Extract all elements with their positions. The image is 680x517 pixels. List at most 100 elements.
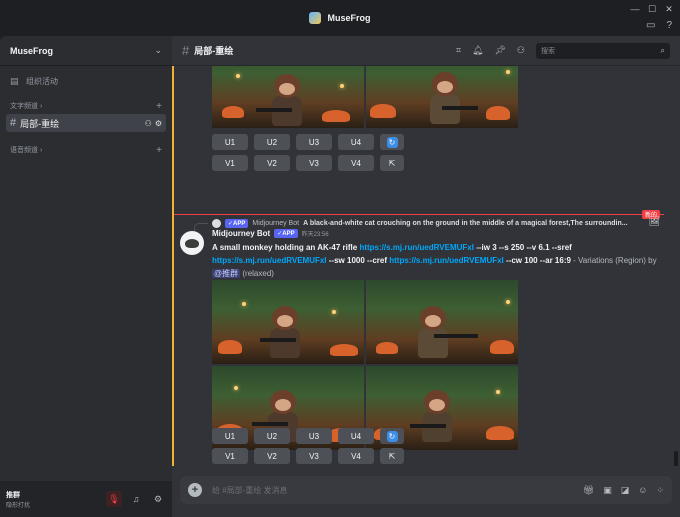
voice-category-label: 语音频道 <box>10 147 38 154</box>
v1-button[interactable]: V1 <box>212 155 248 171</box>
user-settings-gear-icon[interactable]: ⚙ <box>150 491 166 507</box>
apps-icon[interactable]: ⁘ <box>656 485 664 496</box>
v2-button[interactable]: V2 <box>254 448 290 464</box>
u3-button[interactable]: U3 <box>296 134 332 150</box>
close-icon[interactable]: ✕ <box>664 4 674 15</box>
minimize-icon[interactable]: — <box>630 4 640 14</box>
result-image-grid[interactable] <box>212 280 518 450</box>
reply-author[interactable]: Midjourney Bot <box>252 220 299 227</box>
u3-button[interactable]: U3 <box>296 428 332 444</box>
u1-button[interactable]: U1 <box>212 428 248 444</box>
gif-icon[interactable]: ▣ <box>603 485 612 496</box>
message-header: Midjourney Bot ✓APP 昨天23:56 <box>212 229 329 238</box>
reroll-icon: ↻ <box>386 136 398 148</box>
calendar-icon: ▤ <box>10 75 19 86</box>
v1-button[interactable]: V1 <box>212 448 248 464</box>
variation-button-row: V1 V2 V3 V4 ⇱ <box>212 448 404 464</box>
channel-title: 局部-重绘 <box>194 46 234 56</box>
reply-reference[interactable]: ✓APP Midjourney Bot A black-and-white ca… <box>212 217 672 229</box>
members-icon[interactable]: ⚇ <box>517 45 525 56</box>
app-title: MuseFrog <box>327 13 371 23</box>
message-list[interactable]: U1 U2 U3 U4 ↻ V1 V2 V3 V4 ⇱ 新的 ✓APP Midj… <box>172 66 680 466</box>
channel-name: 局部-重绘 <box>20 118 60 129</box>
prompt-text: A small monkey holding an AK-47 rifle <box>212 243 358 252</box>
variation-button-row: V1 V2 V3 V4 ⇱ <box>212 155 404 171</box>
v4-button[interactable]: V4 <box>338 155 374 171</box>
u4-button[interactable]: U4 <box>338 134 374 150</box>
sref-link[interactable]: https://s.mj.run/uedRVEMUFxI <box>212 256 327 265</box>
grid-image[interactable] <box>212 280 364 364</box>
grid-image[interactable] <box>366 66 518 128</box>
hash-icon: # <box>10 117 17 129</box>
grid-image[interactable] <box>366 280 518 364</box>
params-text: --sw 1000 --cref <box>328 256 388 265</box>
chevron-down-icon[interactable]: ⌄ <box>154 45 162 56</box>
u4-button[interactable]: U4 <box>338 428 374 444</box>
voice-category[interactable]: 语音频道 › + <box>0 142 172 158</box>
cref-link[interactable]: https://s.mj.run/uedRVEMUFxI <box>389 256 504 265</box>
user-panel: 推群 隐形打扰 🎙 ♫ ⚙ <box>0 481 172 517</box>
emoji-icon[interactable]: ☺ <box>638 485 647 496</box>
reply-avatar <box>212 218 221 228</box>
mute-mic-icon[interactable]: 🎙 <box>106 491 122 507</box>
search-input[interactable]: 搜索 ⌕ <box>536 42 670 59</box>
title-bar: MuseFrog — ☐ ✕ ▭ ? <box>0 0 680 36</box>
text-category[interactable]: 文字频道 › + <box>0 98 172 114</box>
app-logo-icon <box>309 12 322 24</box>
user-mention[interactable]: @推群 <box>212 269 241 278</box>
gear-icon[interactable]: ⚙ <box>155 119 162 128</box>
u2-button[interactable]: U2 <box>254 428 290 444</box>
add-member-icon[interactable]: ⚇ <box>145 119 152 128</box>
main-chat: # 局部-重绘 ⌗ 🔔︎ 📌︎ ⚇ 搜索 ⌕ U1 U2 U3 U4 ↻ V1 … <box>172 36 680 517</box>
composer-placeholder: 给 #局部-重绘 发消息 <box>212 485 288 495</box>
grid-image[interactable] <box>212 66 364 128</box>
v4-button[interactable]: V4 <box>338 448 374 464</box>
open-link-button[interactable]: ⇱ <box>380 155 404 171</box>
reroll-button[interactable]: ↻ <box>380 134 404 150</box>
params-text: --cw 100 --ar 16:9 <box>506 256 571 265</box>
pin-icon[interactable]: 📌︎ <box>494 45 505 56</box>
user-name[interactable]: 推群 <box>6 490 30 500</box>
message-composer[interactable]: + 给 #局部-重绘 发消息 🎁︎ ▣ ◪ ☺ ⁘ <box>180 476 672 504</box>
headphones-icon[interactable]: ♫ <box>128 491 144 507</box>
attach-plus-icon[interactable]: + <box>188 483 202 497</box>
inbox-icon[interactable]: ▭ <box>646 20 655 31</box>
events-item[interactable]: ▤ 组织活动 <box>0 70 172 92</box>
chevron-right-icon: › <box>39 103 43 110</box>
avatar[interactable] <box>180 231 204 255</box>
search-icon: ⌕ <box>660 45 665 55</box>
variation-note: - Variations (Region) by <box>573 256 657 265</box>
message-content: A small monkey holding an AK-47 rifle ht… <box>212 241 662 280</box>
v3-button[interactable]: V3 <box>296 155 332 171</box>
text-category-label: 文字频道 <box>10 103 38 110</box>
mode-text: (relaxed) <box>242 269 274 278</box>
add-channel-icon[interactable]: + <box>156 145 162 156</box>
params-text: --iw 3 --s 250 --v 6.1 --sref <box>476 243 572 252</box>
gift-icon[interactable]: 🎁︎ <box>583 485 594 496</box>
reroll-button[interactable]: ↻ <box>380 428 404 444</box>
scrollbar[interactable] <box>674 451 678 466</box>
u2-button[interactable]: U2 <box>254 134 290 150</box>
message-author[interactable]: Midjourney Bot <box>212 229 270 238</box>
threads-icon[interactable]: ⌗ <box>456 45 461 56</box>
reply-text[interactable]: A black-and-white cat crouching on the g… <box>303 220 628 227</box>
v2-button[interactable]: V2 <box>254 155 290 171</box>
add-channel-icon[interactable]: + <box>156 101 162 112</box>
v3-button[interactable]: V3 <box>296 448 332 464</box>
u1-button[interactable]: U1 <box>212 134 248 150</box>
app-badge: ✓APP <box>274 229 298 238</box>
sidebar-item-channel[interactable]: # 局部-重绘 ⚇ ⚙ <box>6 114 166 132</box>
search-placeholder: 搜索 <box>541 47 555 55</box>
help-icon[interactable]: ? <box>666 20 672 31</box>
maximize-icon[interactable]: ☐ <box>647 4 657 15</box>
server-header[interactable]: MuseFrog ⌄ <box>0 36 172 66</box>
highlight-bar <box>172 66 174 466</box>
sticker-icon[interactable]: ◪ <box>621 485 630 496</box>
reroll-icon: ↻ <box>386 430 398 442</box>
upscale-button-row: U1 U2 U3 U4 ↻ <box>212 428 404 444</box>
channel-sidebar: MuseFrog ⌄ ▤ 组织活动 文字频道 › + # 局部-重绘 ⚇ ⚙ 语… <box>0 36 172 517</box>
app-badge: ✓APP <box>225 218 249 228</box>
image-link[interactable]: https://s.mj.run/uedRVEMUFxI <box>359 243 474 252</box>
bell-icon[interactable]: 🔔︎ <box>472 45 483 56</box>
open-link-button[interactable]: ⇱ <box>380 448 404 464</box>
